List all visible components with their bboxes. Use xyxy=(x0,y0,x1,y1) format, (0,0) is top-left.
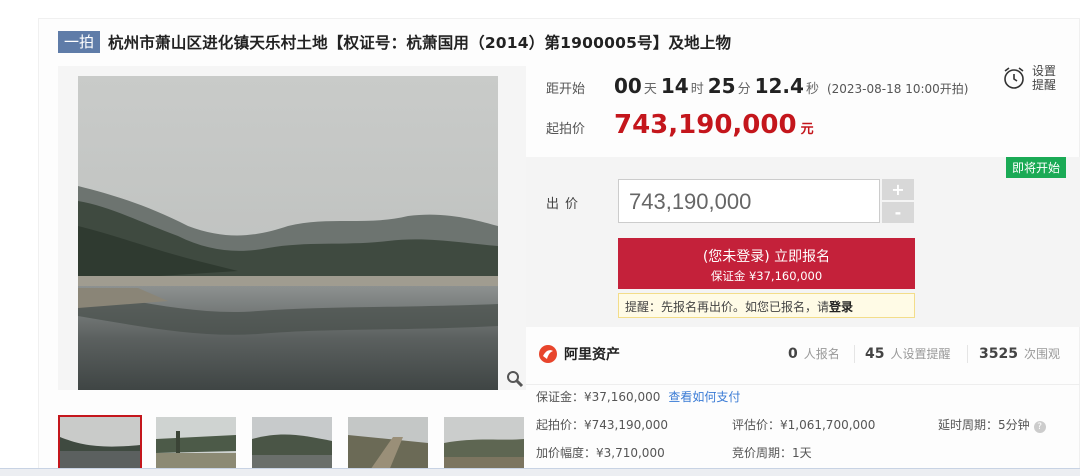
hours-unit: 时 xyxy=(690,82,704,97)
zoom-icon[interactable] xyxy=(506,370,524,388)
alarm-clock-icon xyxy=(1004,67,1024,89)
stat-views: 3525 次围观 xyxy=(979,345,1060,362)
signup-tip: 提醒：先报名再出价。如您已报名，请登录 xyxy=(618,293,915,318)
page-title: 杭州市萧山区进化镇天乐村土地【权证号：杭萧国用（2014）第1900005号】及… xyxy=(108,34,732,52)
deposit-text: 保证金：¥37,160,000 xyxy=(536,390,661,404)
stat-views-count: 3525 xyxy=(979,346,1018,362)
set-reminder-button[interactable]: 设置提醒 xyxy=(1002,64,1060,92)
thumbnail-strip xyxy=(58,415,526,475)
stat-reminders: 45 人设置提醒 xyxy=(865,345,951,362)
lake-landscape-image xyxy=(78,76,498,390)
start-price-row: 起拍价 743,190,000 元 xyxy=(546,110,814,140)
help-icon[interactable]: ? xyxy=(1033,421,1046,433)
appraisal-detail: 评估价：¥1,061,700,000 xyxy=(732,418,876,432)
title-row: 一拍 杭州市萧山区进化镇天乐村土地【权证号：杭萧国用（2014）第1900005… xyxy=(58,30,731,54)
platform-logo: 阿里资产 xyxy=(538,344,620,364)
signup-button-label: (您未登录) 立即报名 xyxy=(702,249,831,265)
stat-signups-count: 0 xyxy=(788,346,798,362)
start-time-note: (2023-08-18 10:00开拍) xyxy=(826,82,969,96)
stat-views-label: 次围观 xyxy=(1023,347,1060,361)
decrease-bid-button[interactable]: - xyxy=(882,202,914,223)
stat-reminders-count: 45 xyxy=(865,346,885,362)
minutes-unit: 分 xyxy=(737,82,751,97)
thumbnail-5[interactable] xyxy=(442,415,526,475)
stat-reminders-label: 人设置提醒 xyxy=(890,347,951,361)
seconds-unit: 秒 xyxy=(805,82,819,97)
increase-bid-button[interactable]: + xyxy=(882,179,914,200)
start-price-label: 起拍价 xyxy=(546,122,586,137)
bid-amount-input[interactable]: 743,190,000 xyxy=(618,179,880,223)
set-reminder-label: 设置提醒 xyxy=(1032,64,1057,92)
countdown-label: 距开始 xyxy=(546,82,586,97)
countdown-hours: 14 xyxy=(660,74,689,98)
bottom-bar xyxy=(0,468,1080,476)
countdown-days: 00 xyxy=(614,74,642,98)
delay-text: 延时周期：5分钟 xyxy=(938,418,1030,432)
start-price-value: 743,190,000 xyxy=(614,110,797,140)
days-unit: 天 xyxy=(643,82,657,97)
login-link[interactable]: 登录 xyxy=(829,300,853,314)
divider xyxy=(967,345,968,363)
deposit-detail: 保证金：¥37,160,000 查看如何支付 xyxy=(536,388,740,405)
start-price-unit: 元 xyxy=(800,122,814,137)
signup-button[interactable]: (您未登录) 立即报名 保证金 ¥37,160,000 xyxy=(618,238,915,289)
stat-signups-label: 人报名 xyxy=(803,347,840,361)
stats-row: 阿里资产 0 人报名 45 人设置提醒 3525 次围观 xyxy=(526,327,1080,385)
status-badge: 即将开始 xyxy=(1005,157,1066,178)
platform-name: 阿里资产 xyxy=(564,347,620,363)
countdown-minutes: 25 xyxy=(707,74,736,98)
cycle-detail: 竞价周期：1天 xyxy=(732,446,812,460)
countdown-seconds: 12.4 xyxy=(754,74,804,98)
main-photo[interactable] xyxy=(58,66,526,390)
ali-assets-logo-icon xyxy=(539,345,557,363)
bid-stepper: + - xyxy=(882,179,914,223)
thumbnail-4[interactable] xyxy=(346,415,430,475)
stat-signups: 0 人报名 xyxy=(788,345,840,362)
signup-deposit: 保证金 ¥37,160,000 xyxy=(710,269,823,283)
countdown: 距开始 00 天 14 时 25 分 12.4 秒 (2023-08-18 10… xyxy=(546,74,968,98)
thumbnail-1[interactable] xyxy=(58,415,142,475)
bid-panel: 即将开始 出价 743,190,000 + - (您未登录) 立即报名 保证金 … xyxy=(526,157,1080,327)
thumbnail-3[interactable] xyxy=(250,415,334,475)
delay-detail: 延时周期：5分钟? xyxy=(938,416,1046,433)
round-badge: 一拍 xyxy=(58,31,101,53)
increment-detail: 加价幅度：¥3,710,000 xyxy=(536,446,665,460)
how-to-pay-link[interactable]: 查看如何支付 xyxy=(668,390,740,404)
divider xyxy=(854,345,855,363)
thumbnail-2[interactable] xyxy=(154,415,238,475)
bid-label: 出价 xyxy=(546,197,585,212)
tip-text: 提醒：先报名再出价。如您已报名，请 xyxy=(625,300,830,314)
start-price-detail: 起拍价：¥743,190,000 xyxy=(536,418,668,432)
